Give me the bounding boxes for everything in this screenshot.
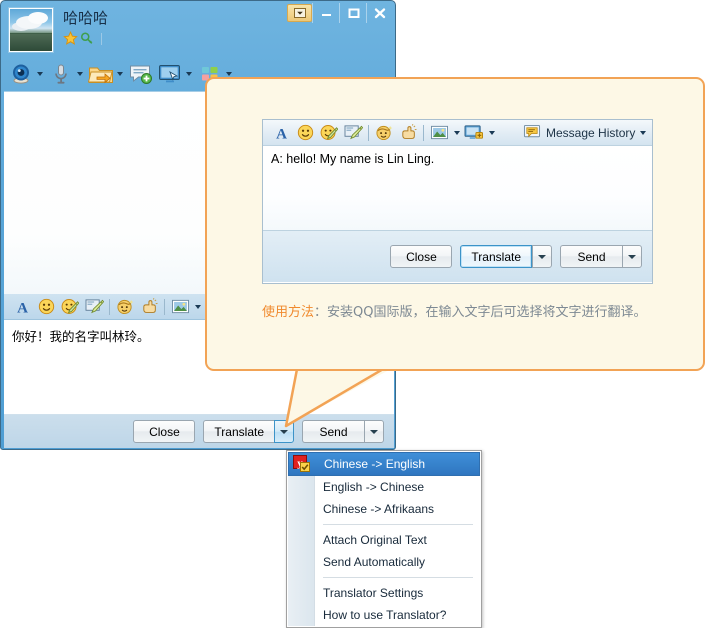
- inner-message-input[interactable]: A: hello! My name is Lin Ling.: [263, 146, 652, 230]
- poke-icon[interactable]: [396, 122, 420, 144]
- remote-desktop-icon: [157, 62, 183, 86]
- avatar[interactable]: [9, 8, 53, 52]
- translate-button-popup[interactable]: Translate: [460, 245, 532, 268]
- menu-item-label: Attach Original Text: [323, 533, 427, 547]
- callout-tail: [240, 362, 420, 434]
- custom-emoticon-icon[interactable]: [317, 122, 341, 144]
- chevron-down-icon[interactable]: [192, 297, 203, 317]
- menu-item-label: English -> Chinese: [323, 480, 424, 494]
- instruction-callout: A: [205, 77, 705, 373]
- key-icon[interactable]: [80, 31, 94, 46]
- instruction-text: 使用方法：安装QQ国际版，在输入文字后可选择将文字进行翻译。: [262, 301, 662, 320]
- translate-button-label: Translate: [471, 250, 521, 264]
- create-discussion-icon: [128, 62, 154, 86]
- collapse-button[interactable]: [287, 4, 312, 22]
- callout-body: A: [205, 77, 705, 371]
- voice-call-button[interactable]: [48, 62, 85, 86]
- screen-capture-icon[interactable]: [341, 122, 365, 144]
- toolbar-divider: [368, 125, 369, 141]
- emoticon-icon[interactable]: [293, 122, 317, 144]
- toolbar-divider: [109, 299, 110, 315]
- menu-item-send-automatically[interactable]: Send Automatically: [287, 551, 481, 573]
- send-file-button[interactable]: [88, 62, 125, 86]
- video-call-icon: [8, 62, 34, 86]
- close-button-label: Close: [149, 425, 180, 439]
- close-button[interactable]: [366, 3, 393, 23]
- title-badges: [63, 31, 102, 46]
- menu-item-label: Send Automatically: [323, 555, 425, 569]
- menu-item-label: Chinese -> English: [324, 457, 425, 471]
- translate-split-button-popup: Translate: [460, 245, 552, 268]
- chevron-down-icon[interactable]: [114, 64, 125, 84]
- custom-emoticon-icon[interactable]: [58, 296, 82, 318]
- menu-item-chinese-to-english[interactable]: y Chinese -> English: [288, 452, 480, 476]
- menu-item-english-to-chinese[interactable]: English -> Chinese: [287, 476, 481, 498]
- chevron-down-icon: [538, 255, 546, 259]
- message-history-button[interactable]: Message History: [523, 124, 646, 141]
- svg-text:A: A: [276, 126, 287, 141]
- send-file-icon: [88, 62, 114, 86]
- inner-chat-panel: A: [262, 119, 653, 284]
- close-button-label: Close: [406, 250, 437, 264]
- menu-item-label: How to use Translator?: [323, 608, 446, 622]
- picture-icon[interactable]: [168, 296, 192, 318]
- star-icon[interactable]: [63, 31, 78, 46]
- message-history-label: Message History: [546, 126, 635, 140]
- menu-separator: [323, 524, 473, 525]
- screen-share-icon[interactable]: [462, 122, 486, 144]
- menu-item-how-to-use-translator[interactable]: How to use Translator?: [287, 604, 481, 626]
- avatar-cloud: [28, 12, 48, 24]
- video-call-button[interactable]: [8, 62, 45, 86]
- badge-divider: [101, 33, 102, 45]
- chevron-down-icon: [628, 255, 636, 259]
- chevron-down-icon[interactable]: [640, 131, 646, 135]
- font-icon[interactable]: A: [10, 296, 34, 318]
- chevron-down-icon[interactable]: [486, 123, 497, 143]
- chevron-down-icon[interactable]: [74, 64, 85, 84]
- inner-toolbar: A: [263, 120, 652, 146]
- instruction-rest: ：安装QQ国际版，在输入文字后可选择将文字进行翻译。: [314, 305, 646, 320]
- window-titlebar: 哈哈哈: [1, 1, 395, 57]
- minimize-button[interactable]: [312, 3, 339, 23]
- menu-item-label: Translator Settings: [323, 586, 423, 600]
- menu-item-translator-settings[interactable]: Translator Settings: [287, 582, 481, 604]
- remote-desktop-button[interactable]: [157, 62, 194, 86]
- send-split-button-popup: Send: [560, 245, 642, 268]
- translate-dropdown-arrow-popup[interactable]: [532, 245, 552, 268]
- message-history-icon: [523, 124, 541, 141]
- svg-text:A: A: [17, 300, 28, 315]
- screen-capture-icon[interactable]: [82, 296, 106, 318]
- picture-icon[interactable]: [427, 122, 451, 144]
- send-button-label: Send: [577, 250, 605, 264]
- magic-emoticon-icon[interactable]: [372, 122, 396, 144]
- create-discussion-button[interactable]: [128, 62, 154, 86]
- toolbar-divider: [164, 299, 165, 315]
- page-title: 哈哈哈: [63, 7, 108, 28]
- menu-item-chinese-to-afrikaans[interactable]: Chinese -> Afrikaans: [287, 498, 481, 520]
- menu-item-attach-original-text[interactable]: Attach Original Text: [287, 529, 481, 551]
- menu-item-label: Chinese -> Afrikaans: [323, 502, 434, 516]
- voice-call-icon: [48, 62, 74, 86]
- maximize-button[interactable]: [339, 3, 366, 23]
- menu-separator: [323, 577, 473, 578]
- chevron-down-icon[interactable]: [451, 123, 462, 143]
- chevron-down-icon[interactable]: [34, 64, 45, 84]
- emoticon-icon[interactable]: [34, 296, 58, 318]
- translator-icon: y: [293, 455, 311, 473]
- send-dropdown-arrow-popup[interactable]: [622, 245, 642, 268]
- chevron-down-icon[interactable]: [183, 64, 194, 84]
- window-controls: [287, 2, 393, 24]
- avatar-water: [10, 34, 52, 51]
- inner-bottom-bar: Close Translate Send: [263, 230, 652, 282]
- close-button-popup[interactable]: Close: [390, 245, 452, 268]
- magic-emoticon-icon[interactable]: [113, 296, 137, 318]
- toolbar-divider: [423, 125, 424, 141]
- send-button-popup[interactable]: Send: [560, 245, 622, 268]
- translator-dropdown-menu: y Chinese -> English English -> Chinese …: [286, 450, 482, 628]
- close-button-main[interactable]: Close: [133, 420, 195, 443]
- font-icon[interactable]: A: [269, 122, 293, 144]
- instruction-highlight: 使用方法: [262, 305, 314, 320]
- poke-icon[interactable]: [137, 296, 161, 318]
